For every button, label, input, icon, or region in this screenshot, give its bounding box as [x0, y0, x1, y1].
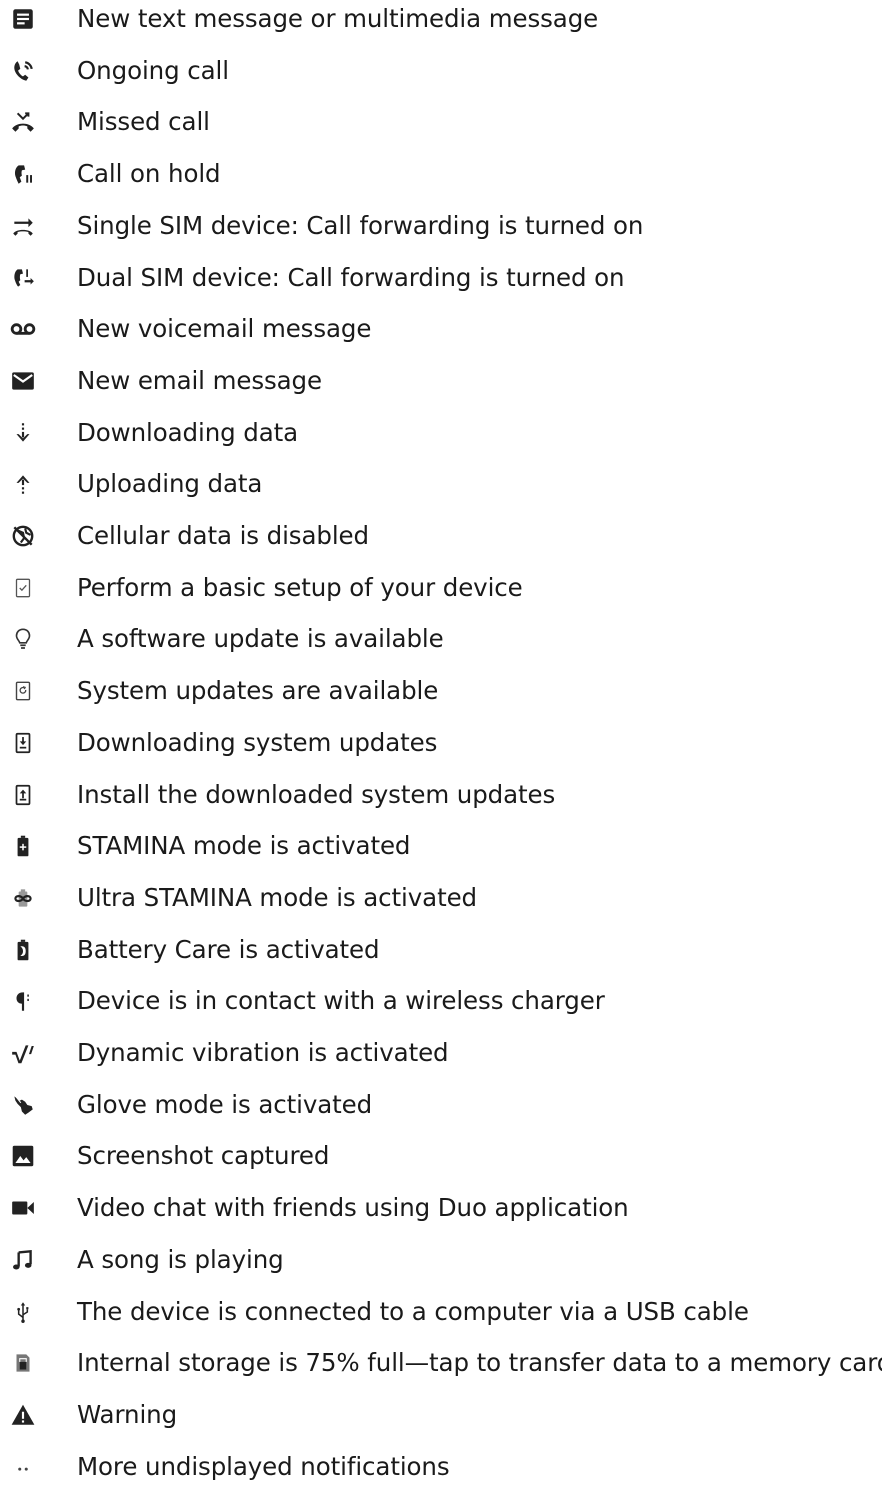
- list-item: New voicemail message: [0, 310, 882, 362]
- list-item: Perform a basic setup of your device: [0, 569, 882, 621]
- list-item: Uploading data: [0, 465, 882, 517]
- list-item: A software update is available: [0, 620, 882, 672]
- battery-care-icon: [10, 937, 36, 963]
- notification-label: Call on hold: [77, 159, 221, 189]
- list-item: Downloading system updates: [0, 724, 882, 776]
- notification-label: Missed call: [77, 107, 210, 137]
- list-item: A song is playing: [0, 1241, 882, 1293]
- notification-label: New email message: [77, 365, 322, 395]
- install-system-update-icon: [10, 782, 36, 808]
- usb-icon: [10, 1299, 36, 1325]
- list-item: Ultra STAMINA mode is activated: [0, 879, 882, 931]
- list-item: STAMINA mode is activated: [0, 827, 882, 879]
- list-item: The device is connected to a computer vi…: [0, 1293, 882, 1345]
- notification-label: Battery Care is activated: [77, 934, 380, 964]
- notification-label: Install the downloaded system updates: [77, 779, 556, 809]
- notification-label: STAMINA mode is activated: [77, 831, 411, 861]
- list-item: Device is in contact with a wireless cha…: [0, 982, 882, 1034]
- notification-label: Dynamic vibration is activated: [77, 1038, 449, 1067]
- list-item: Internal storage is 75% full—tap to tran…: [0, 1344, 882, 1396]
- stamina-battery-icon: [10, 833, 36, 859]
- notification-label: Device is in contact with a wireless cha…: [77, 986, 605, 1016]
- wireless-charger-icon: [10, 988, 36, 1014]
- list-item: Install the downloaded system updates: [0, 776, 882, 828]
- notification-label: Downloading data: [77, 417, 299, 447]
- list-item: Call on hold: [0, 155, 882, 207]
- warning-icon: [10, 1402, 36, 1428]
- list-item: System updates are available: [0, 672, 882, 724]
- list-item: Downloading data: [0, 414, 882, 466]
- list-item: Single SIM device: Call forwarding is tu…: [0, 207, 882, 259]
- notification-label: A song is playing: [77, 1244, 284, 1274]
- notification-label: Internal storage is 75% full—tap to tran…: [77, 1348, 882, 1378]
- list-item: More undisplayed notifications: [0, 1448, 882, 1499]
- more-notifications-icon: [10, 1454, 36, 1480]
- notification-label: Perform a basic setup of your device: [77, 572, 523, 602]
- ongoing-call-icon: [10, 58, 36, 84]
- notification-label: New text message or multimedia message: [77, 4, 599, 33]
- download-arrow-icon: [10, 420, 36, 446]
- notification-label: Screenshot captured: [77, 1141, 330, 1171]
- notification-label: Cellular data is disabled: [77, 521, 369, 550]
- notification-label: Ongoing call: [77, 55, 229, 85]
- missed-call-icon: [10, 109, 36, 135]
- list-item: Glove mode is activated: [0, 1086, 882, 1138]
- call-forwarding-dual-sim-icon: [10, 265, 36, 291]
- downloading-system-update-icon: [10, 730, 36, 756]
- notification-label: New voicemail message: [77, 314, 372, 344]
- list-item: Warning: [0, 1396, 882, 1448]
- music-note-icon: [10, 1247, 36, 1273]
- notification-label: More undisplayed notifications: [77, 1451, 450, 1481]
- notification-label: Uploading data: [77, 469, 263, 499]
- list-item: Cellular data is disabled: [0, 517, 882, 569]
- video-camera-icon: [10, 1195, 36, 1221]
- notification-label: System updates are available: [77, 676, 439, 706]
- list-item: Battery Care is activated: [0, 931, 882, 983]
- call-on-hold-icon: [10, 161, 36, 187]
- list-item: Dynamic vibration is activated: [0, 1034, 882, 1086]
- list-item: Dual SIM device: Call forwarding is turn…: [0, 259, 882, 311]
- upload-arrow-icon: [10, 471, 36, 497]
- glove-mode-icon: [10, 1092, 36, 1118]
- internal-storage-icon: [10, 1350, 36, 1376]
- notification-label: The device is connected to a computer vi…: [77, 1296, 749, 1326]
- list-item: Ongoing call: [0, 52, 882, 104]
- text-message-icon: [10, 6, 36, 32]
- software-update-bulb-icon: [10, 626, 36, 652]
- list-item: Screenshot captured: [0, 1137, 882, 1189]
- list-item: New text message or multimedia message: [0, 0, 882, 52]
- notification-label: Single SIM device: Call forwarding is tu…: [77, 210, 644, 240]
- ultra-stamina-icon: [10, 885, 36, 911]
- dynamic-vibration-icon: [10, 1040, 36, 1066]
- notification-label: Ultra STAMINA mode is activated: [77, 882, 478, 912]
- voicemail-icon: [10, 316, 36, 342]
- system-update-icon: [10, 678, 36, 704]
- basic-setup-icon: [10, 575, 36, 601]
- notification-label: Glove mode is activated: [77, 1089, 373, 1119]
- notification-label: Dual SIM device: Call forwarding is turn…: [77, 262, 625, 292]
- cellular-data-disabled-icon: [10, 523, 36, 549]
- list-item: Video chat with friends using Duo applic…: [0, 1189, 882, 1241]
- notification-label: Warning: [77, 1399, 178, 1429]
- notification-label: A software update is available: [77, 624, 444, 654]
- call-forwarding-single-sim-icon: [10, 213, 36, 239]
- notification-label: Downloading system updates: [77, 727, 438, 757]
- notification-label: Video chat with friends using Duo applic…: [77, 1193, 629, 1223]
- email-icon: [10, 368, 36, 394]
- screenshot-icon: [10, 1143, 36, 1169]
- list-item: New email message: [0, 362, 882, 414]
- list-item: Missed call: [0, 103, 882, 155]
